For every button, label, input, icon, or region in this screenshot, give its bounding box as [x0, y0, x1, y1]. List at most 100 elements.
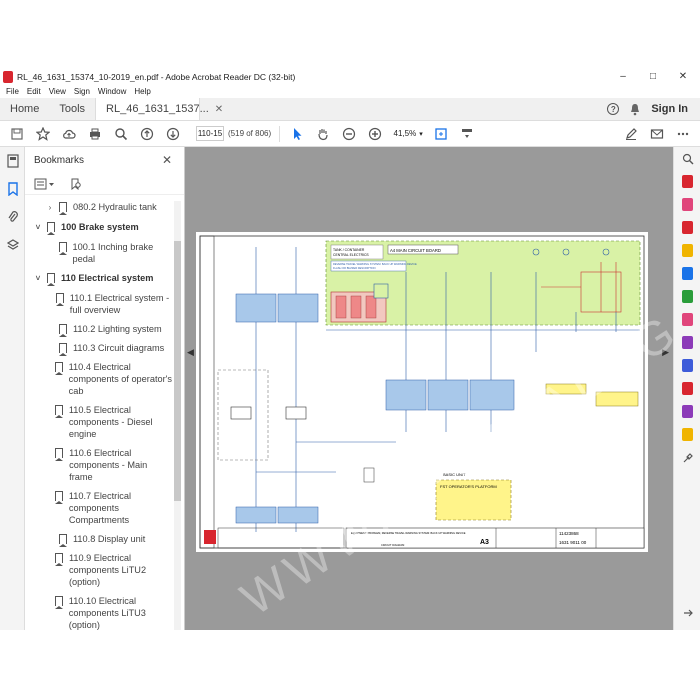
more-tools-icon[interactable]: [674, 446, 700, 469]
bookmark-item[interactable]: 100.1 Inching brake pedal: [25, 241, 173, 265]
switch-box: [373, 283, 389, 299]
print-icon[interactable]: [86, 125, 104, 143]
edit-pdf-icon[interactable]: [674, 193, 700, 216]
maximize-button[interactable]: □: [638, 68, 668, 85]
send-for-signature-icon[interactable]: [674, 400, 700, 423]
find-bookmark-icon[interactable]: [70, 178, 82, 190]
bookmarks-scroll-thumb[interactable]: [174, 241, 181, 501]
zoom-tool-icon[interactable]: [674, 147, 700, 170]
bookmark-options-icon[interactable]: [34, 178, 56, 190]
next-page-icon[interactable]: [164, 125, 182, 143]
star-icon[interactable]: [34, 125, 52, 143]
menu-help[interactable]: Help: [134, 87, 150, 96]
collapse-right-pane-icon[interactable]: ▶: [662, 347, 669, 358]
combine-files-icon[interactable]: [674, 262, 700, 285]
zoom-in-icon[interactable]: [366, 125, 384, 143]
document-view[interactable]: ◀ ▶ A4 MAIN CIRCUIT BOARD TANK / CONTAIN…: [185, 147, 673, 630]
mail-icon[interactable]: [648, 125, 666, 143]
hand-tool-icon[interactable]: [314, 125, 332, 143]
comment-icon[interactable]: [674, 239, 700, 262]
blue-module-group-top: [235, 293, 319, 323]
operator-platform-label: FST OPERATOR'S PLATFORM: [440, 484, 497, 489]
yellow-component-1: [545, 383, 587, 395]
bookmarks-panel-icon[interactable]: [0, 175, 25, 203]
more-options-icon[interactable]: [674, 125, 692, 143]
bookmark-item[interactable]: › 080.2 Hydraulic tank: [25, 201, 173, 215]
page-count: (519 of 806): [228, 129, 272, 138]
menu-file[interactable]: File: [6, 87, 19, 96]
bookmark-item[interactable]: 110.7 Electrical components Compartments: [25, 490, 173, 526]
bookmark-item[interactable]: 110.2 Lighting system: [25, 323, 173, 337]
window-title: RL_46_1631_15374_10-2019_en.pdf - Adobe …: [17, 71, 296, 82]
bookmark-item[interactable]: 110.1 Electrical system - full overview: [25, 292, 173, 316]
bookmark-label: 110.7 Electrical components Compartments: [68, 491, 131, 525]
sign-in-button[interactable]: Sign In: [651, 103, 688, 115]
bookmark-item[interactable]: 110.6 Electrical components - Main frame: [25, 447, 173, 483]
bookmark-item[interactable]: 110.8 Display unit: [25, 533, 173, 547]
select-cursor-icon[interactable]: [288, 125, 306, 143]
expand-chevron-icon[interactable]: ˅: [33, 273, 43, 285]
bookmark-item[interactable]: 110.10 Electrical components LiTU3 (opti…: [25, 595, 173, 630]
bookmark-item[interactable]: 110.4 Electrical components of operator'…: [25, 361, 173, 397]
create-pdf-icon[interactable]: [674, 216, 700, 239]
drawing-number: 11423868: [559, 531, 579, 536]
close-tab-icon[interactable]: ✕: [215, 104, 223, 115]
organize-pages-icon[interactable]: [674, 285, 700, 308]
bookmark-icon: [54, 553, 63, 566]
protect-icon[interactable]: [674, 354, 700, 377]
page-thumbnails-icon[interactable]: [0, 147, 25, 175]
bookmarks-toolbar: [25, 173, 184, 195]
cloud-upload-icon[interactable]: [60, 125, 78, 143]
manufacturer-logo: [204, 530, 216, 544]
zoom-out-icon[interactable]: [340, 125, 358, 143]
bookmark-item[interactable]: 110.5 Electrical components - Diesel eng…: [25, 404, 173, 440]
attachments-icon[interactable]: [0, 203, 25, 231]
close-bookmarks-icon[interactable]: ✕: [162, 153, 172, 167]
menu-view[interactable]: View: [49, 87, 66, 96]
chevron-down-icon: ▾: [419, 130, 423, 138]
revision-block: [217, 527, 345, 549]
collapse-left-pane-icon[interactable]: ◀: [187, 347, 194, 358]
bookmark-item[interactable]: ˅ 110 Electrical system: [25, 272, 173, 286]
circuit-diagram: A4 MAIN CIRCUIT BOARD TANK / CONTAINER C…: [199, 235, 645, 549]
expand-chevron-icon[interactable]: ˅: [33, 222, 43, 234]
tab-document[interactable]: RL_46_1631_1537... ✕: [95, 98, 223, 120]
blue-module-group-mid: [385, 379, 515, 411]
help-icon[interactable]: ?: [607, 103, 620, 115]
close-window-button[interactable]: ✕: [668, 68, 698, 85]
fit-page-icon[interactable]: [432, 125, 450, 143]
compress-icon[interactable]: [674, 377, 700, 400]
right-tools-pane: [673, 147, 700, 630]
layers-icon[interactable]: [0, 231, 25, 259]
expand-tools-icon[interactable]: [674, 601, 700, 624]
menu-sign[interactable]: Sign: [74, 87, 90, 96]
toolbar-divider: [279, 125, 281, 142]
export-pdf-icon[interactable]: [674, 170, 700, 193]
bookmark-label: 110.3 Circuit diagrams: [73, 343, 165, 353]
bookmark-item[interactable]: ˅ 100 Brake system: [25, 221, 173, 235]
bookmark-icon: [55, 448, 64, 461]
previous-page-icon[interactable]: [138, 125, 156, 143]
redact-icon[interactable]: [674, 308, 700, 331]
scroll-mode-icon[interactable]: [458, 125, 476, 143]
tab-home[interactable]: Home: [0, 98, 49, 120]
tab-tools[interactable]: Tools: [49, 98, 95, 120]
expand-chevron-icon[interactable]: ›: [45, 202, 55, 214]
bookmarks-scrollbar[interactable]: [174, 201, 181, 630]
zoom-level-select[interactable]: 41,5% ▾: [392, 126, 424, 141]
bookmark-item[interactable]: 110.9 Electrical components LiTU2 (optio…: [25, 552, 173, 588]
stamp-icon[interactable]: [674, 423, 700, 446]
bookmark-icon: [54, 405, 63, 418]
fill-sign-icon[interactable]: [674, 331, 700, 354]
bell-icon[interactable]: [629, 103, 641, 116]
page-number-input[interactable]: 110-15: [196, 126, 224, 141]
menu-edit[interactable]: Edit: [27, 87, 41, 96]
sign-pen-icon[interactable]: [622, 125, 640, 143]
save-icon[interactable]: [8, 125, 26, 143]
minimize-button[interactable]: –: [608, 68, 638, 85]
menu-window[interactable]: Window: [98, 87, 126, 96]
search-icon[interactable]: [112, 125, 130, 143]
bookmark-label: 100 Brake system: [61, 222, 139, 232]
bookmark-label: 080.2 Hydraulic tank: [73, 202, 157, 212]
bookmark-item[interactable]: 110.3 Circuit diagrams: [25, 342, 173, 356]
